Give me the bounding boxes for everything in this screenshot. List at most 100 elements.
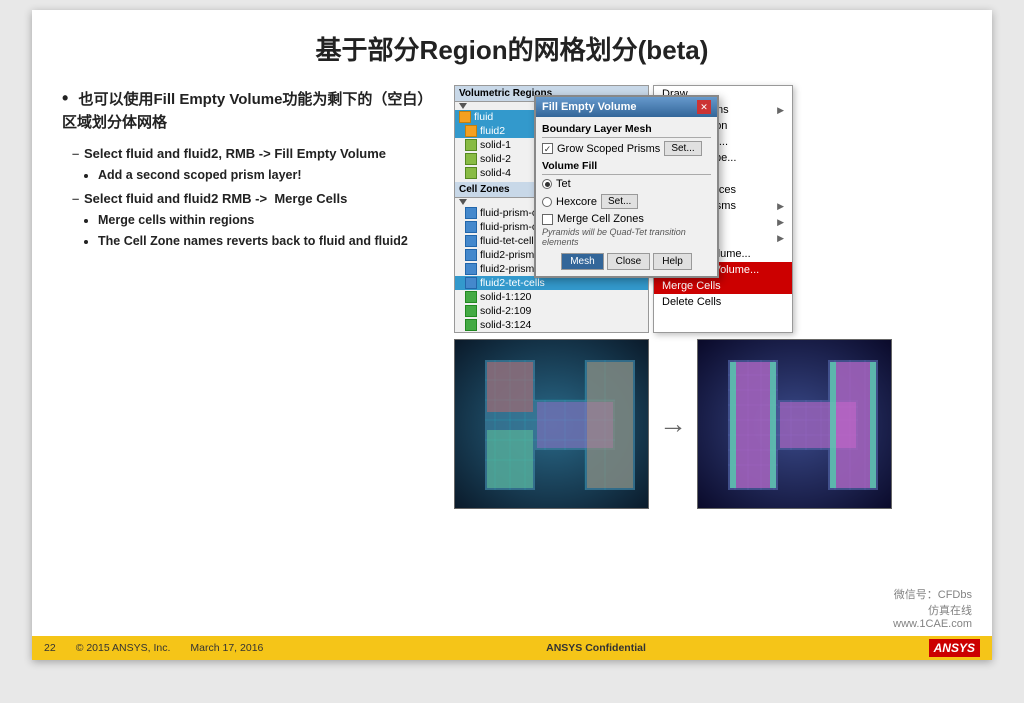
sub-bullet-2: Select fluid and fluid2 RMB -> Merge Cel… [72, 190, 442, 250]
sub-sub-item-3: The Cell Zone names reverts back to flui… [98, 233, 442, 251]
fp-cells-icon [465, 207, 477, 219]
ctx-tet-arrow: ▶ [777, 217, 784, 228]
tree-item-s1[interactable]: solid-1:120 [455, 290, 648, 304]
cell-triangle-icon [459, 199, 467, 205]
mesh-arrow-icon: → [659, 408, 687, 440]
cell-header-text: Cell Zones [459, 184, 510, 195]
s1-icon [465, 291, 477, 303]
mesh-image-before [454, 339, 649, 509]
sub-sub-2: Merge cells within regions The Cell Zone… [98, 212, 442, 250]
sub-sub-item-1: Add a second scoped prism layer! [98, 167, 442, 185]
grow-scoped-label: Grow Scoped Prisms [557, 143, 660, 155]
f2p-cells-icon [465, 249, 477, 261]
hexcore-set-btn[interactable]: Set... [601, 194, 638, 209]
dialog-section2-text: Volume Fill [542, 160, 597, 172]
fp-cells2-icon [465, 221, 477, 233]
ctx-merge-cells[interactable]: Merge Cells [654, 278, 792, 294]
slide: 基于部分Region的网格划分(beta) • 也可以使用Fill Empty … [32, 10, 992, 660]
grow-scoped-checkbox[interactable] [542, 143, 553, 154]
tree-item-f2t-cells[interactable]: fluid2-tet-cells [455, 276, 648, 290]
ctx-scoped-prisms-arrow: ▶ [777, 201, 784, 212]
footer-right: ANSYS [929, 639, 980, 657]
ansys-logo: ANSYS [929, 639, 980, 657]
solid4-label: solid-4 [480, 167, 511, 179]
grow-scoped-set-btn[interactable]: Set... [664, 141, 701, 156]
mesh-svg-before [455, 340, 649, 509]
dialog-hexcore-row: Hexcore Set... [542, 194, 711, 209]
sub-sub-item-2: Merge cells within regions [98, 212, 442, 230]
s2-label: solid-2:109 [480, 305, 531, 317]
main-bullet-text: 也可以使用Fill Empty Volume功能为剩下的（空白）区域划分体网格 [62, 91, 432, 131]
help-button[interactable]: Help [653, 253, 692, 270]
footer-confidential: ANSYS Confidential [546, 642, 646, 654]
right-panel: Volumetric Regions fluid fluid2 [454, 85, 962, 625]
tet-radio[interactable] [542, 179, 552, 189]
dialog-section1-text: Boundary Layer Mesh [542, 123, 652, 135]
ctx-delete-cells[interactable]: Delete Cells [654, 294, 792, 310]
fluid-icon [459, 111, 471, 123]
dialog-merge-row: Merge Cell Zones [542, 213, 711, 225]
dialog-buttons: Mesh Close Help [542, 253, 711, 270]
vol-triangle-icon [459, 103, 467, 109]
solid1-icon [465, 139, 477, 151]
fluid2-label: fluid2 [480, 125, 505, 137]
ctx-hexcore-arrow: ▶ [777, 233, 784, 244]
footer-page: 22 [44, 642, 56, 654]
slide-footer: 22 © 2015 ANSYS, Inc. March 17, 2016 ANS… [32, 636, 992, 660]
tree-item-s3[interactable]: solid-3:124 [455, 318, 648, 332]
dialog-section-boundary: Boundary Layer Mesh [542, 123, 711, 138]
content-area: • 也可以使用Fill Empty Volume功能为剩下的（空白）区域划分体网… [62, 85, 962, 625]
solid4-icon [465, 167, 477, 179]
ctx-draw-opts-arrow: ▶ [777, 105, 784, 116]
sub-sub-1: Add a second scoped prism layer! [98, 167, 442, 185]
ctx-delete-cells-label: Delete Cells [662, 296, 721, 308]
mesh-button[interactable]: Mesh [561, 253, 603, 270]
footer-copyright: © 2015 ANSYS, Inc. [76, 642, 171, 654]
f2p-cells2-icon [465, 263, 477, 275]
hexcore-radio[interactable] [542, 197, 552, 207]
dialog-title-text: Fill Empty Volume [542, 101, 637, 113]
hexcore-label: Hexcore [556, 196, 597, 208]
title-text: 基于部分Region的网格划分(beta) [316, 35, 709, 65]
solid1-label: solid-1 [480, 139, 511, 151]
footer-date: March 17, 2016 [190, 642, 263, 654]
f2t-cells-label: fluid2-tet-cells [480, 277, 545, 289]
sub-bullets-list: Select fluid and fluid2, RMB -> Fill Emp… [72, 145, 442, 251]
watermark-line2: 仿真在线 [893, 602, 972, 618]
mesh-images-row: → [454, 339, 962, 509]
s3-label: solid-3:124 [480, 319, 531, 331]
ft-cells-label: fluid-tet-cells [480, 235, 539, 247]
mesh-image-after [697, 339, 892, 509]
f2t-cells-icon [465, 277, 477, 289]
dialog-tet-row: Tet [542, 178, 711, 190]
watermark-line1: 微信号：CFDbs [893, 586, 972, 602]
footer-confidential-text: ANSYS Confidential [546, 642, 646, 654]
main-bullet: • 也可以使用Fill Empty Volume功能为剩下的（空白）区域划分体网… [62, 85, 442, 135]
dialog-section-volume: Volume Fill [542, 160, 711, 175]
fill-dialog: Fill Empty Volume ✕ Boundary Layer Mesh … [534, 95, 719, 278]
close-button[interactable]: Close [607, 253, 651, 270]
ctx-merge-cells-label: Merge Cells [662, 280, 721, 292]
dialog-note-text: Pyramids will be Quad-Tet transition ele… [542, 227, 686, 247]
s2-icon [465, 305, 477, 317]
ft-cells-icon [465, 235, 477, 247]
dialog-close-button[interactable]: ✕ [697, 100, 711, 114]
tet-label: Tet [556, 178, 571, 190]
sub-bullet-1: Select fluid and fluid2, RMB -> Fill Emp… [72, 145, 442, 185]
fluid-label: fluid [474, 111, 493, 123]
tree-item-s2[interactable]: solid-2:109 [455, 304, 648, 318]
merge-checkbox[interactable] [542, 214, 553, 225]
dialog-body: Boundary Layer Mesh Grow Scoped Prisms S… [536, 117, 717, 276]
merge-label: Merge Cell Zones [557, 213, 644, 225]
left-panel: • 也可以使用Fill Empty Volume功能为剩下的（空白）区域划分体网… [62, 85, 442, 625]
dialog-note: Pyramids will be Quad-Tet transition ele… [542, 227, 711, 247]
dialog-title-bar: Fill Empty Volume ✕ [536, 97, 717, 117]
mesh-svg-after [698, 340, 892, 509]
slide-title: 基于部分Region的网格划分(beta) [62, 30, 962, 67]
watermark: 微信号：CFDbs 仿真在线 www.1CAE.com [893, 586, 972, 630]
watermark-line3: www.1CAE.com [893, 618, 972, 630]
fluid2-icon [465, 125, 477, 137]
solid2-icon [465, 153, 477, 165]
s1-label: solid-1:120 [480, 291, 531, 303]
solid2-label: solid-2 [480, 153, 511, 165]
